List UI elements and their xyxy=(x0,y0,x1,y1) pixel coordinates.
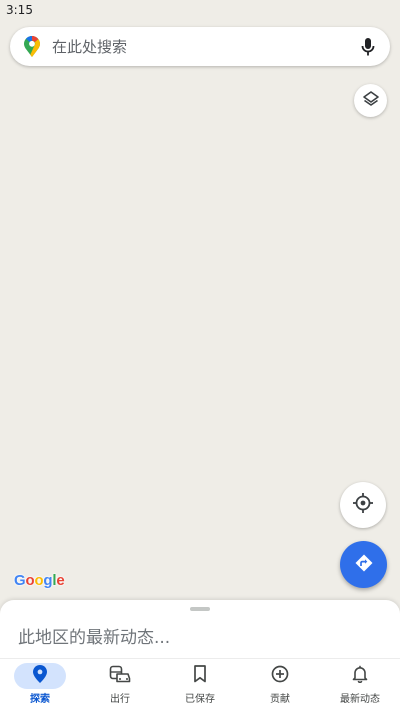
layers-icon xyxy=(362,90,380,112)
nav-label-saved: 已保存 xyxy=(185,694,215,705)
nav-icon-container xyxy=(94,663,146,689)
nav-label-explore: 探索 xyxy=(30,694,50,705)
explore-pin-icon xyxy=(33,665,47,687)
nav-icon-container xyxy=(254,663,306,689)
status-bar: 3:15 xyxy=(0,0,400,22)
sheet-drag-handle[interactable] xyxy=(190,607,210,611)
nav-icon-container xyxy=(174,663,226,689)
search-bar[interactable]: 在此处搜索 xyxy=(10,27,390,66)
google-maps-pin-icon xyxy=(22,35,42,58)
search-input[interactable]: 在此处搜索 xyxy=(52,36,358,57)
nav-item-contribute[interactable]: 贡献 xyxy=(240,659,320,711)
bell-icon xyxy=(352,665,368,687)
bookmark-icon xyxy=(193,665,207,687)
my-location-button[interactable] xyxy=(340,482,386,528)
add-circle-icon xyxy=(271,665,289,687)
bottom-sheet[interactable]: 此地区的最新动态... xyxy=(0,600,400,658)
nav-icon-container xyxy=(334,663,386,689)
nav-item-updates[interactable]: 最新动态 xyxy=(320,659,400,711)
nav-item-saved[interactable]: 已保存 xyxy=(160,659,240,711)
nav-label-updates: 最新动态 xyxy=(340,694,380,705)
directions-button[interactable] xyxy=(340,541,387,588)
nav-label-contribute: 贡献 xyxy=(270,694,290,705)
nav-icon-container xyxy=(14,663,66,689)
layers-button[interactable] xyxy=(354,84,387,117)
microphone-icon[interactable] xyxy=(358,36,378,58)
status-time: 3:15 xyxy=(6,3,33,17)
bottom-navigation: 探索 出行 已保存 贡献 最新动态 xyxy=(0,658,400,711)
directions-icon xyxy=(354,553,374,577)
google-logo: Google xyxy=(14,572,65,589)
my-location-icon xyxy=(352,492,374,518)
sheet-title: 此地区的最新动态... xyxy=(18,628,171,648)
nav-label-commute: 出行 xyxy=(110,694,130,705)
nav-item-commute[interactable]: 出行 xyxy=(80,659,160,711)
nav-item-explore[interactable]: 探索 xyxy=(0,659,80,711)
commute-icon xyxy=(109,665,131,687)
